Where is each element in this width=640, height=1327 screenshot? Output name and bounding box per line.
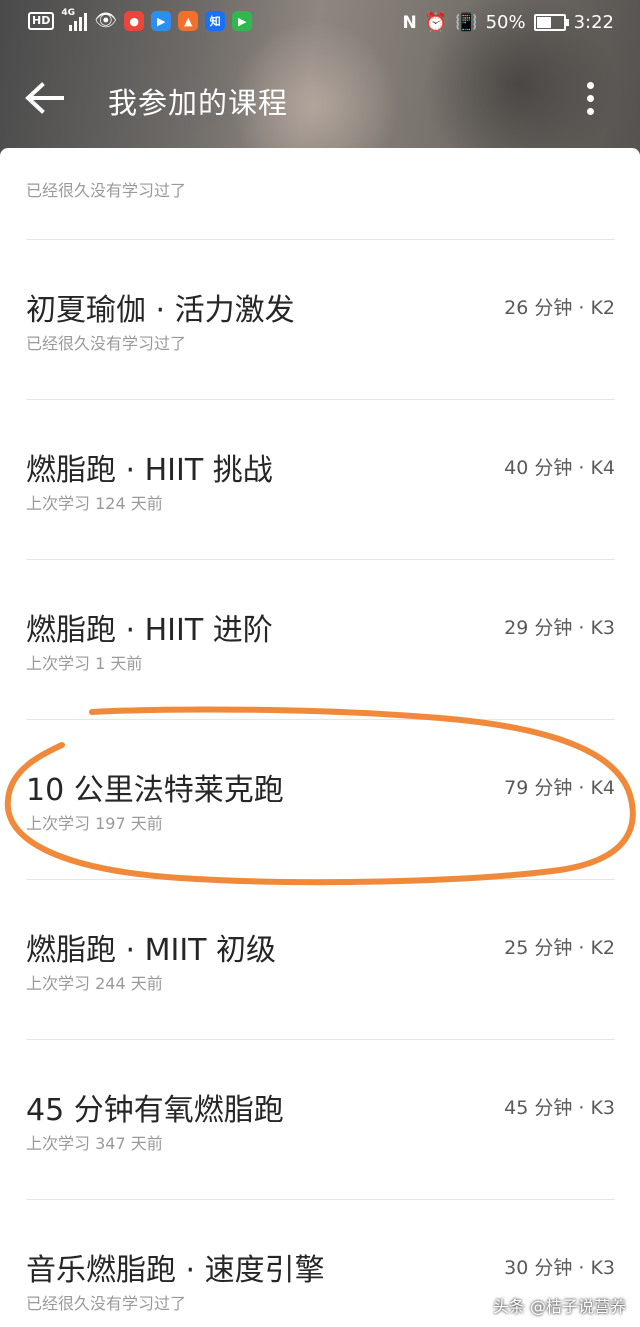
course-item[interactable]: 燃脂跑 · HIIT 进阶 29 分钟 · K3 上次学习 1 天前 [26, 605, 615, 685]
list-divider [26, 719, 615, 720]
list-divider [26, 1039, 615, 1040]
weibo-app-icon: ● [124, 11, 145, 31]
page-title: 我参加的课程 [108, 86, 289, 120]
course-title: 45 分钟有氧燃脂跑 [26, 1093, 284, 1128]
hd-indicator: HD [28, 12, 55, 30]
battery-icon [533, 14, 569, 31]
status-bar: HD 4G 👁 ● ▶ ▲ 知 ▶ N ⏰ 📳 50% 3:22 [0, 0, 640, 48]
cellular-signal-icon: 4G [61, 8, 88, 31]
zhihu-app-icon: 知 [205, 11, 226, 31]
list-divider [26, 1199, 615, 1200]
clock: 3:22 [573, 12, 614, 33]
course-item[interactable]: 45 分钟有氧燃脂跑 45 分钟 · K3 上次学习 347 天前 [26, 1085, 615, 1165]
course-duration-level: 79 分钟 · K4 [504, 777, 615, 799]
course-item[interactable]: 燃脂跑 · HIIT 挑战 40 分钟 · K4 上次学习 124 天前 [26, 445, 615, 525]
arrow-left-icon [25, 82, 64, 114]
more-options-button[interactable] [580, 78, 600, 118]
nfc-icon: N [402, 12, 417, 33]
tencent-video-app-icon: ▶ [232, 11, 253, 31]
course-title: 燃脂跑 · MIIT 初级 [26, 933, 277, 968]
course-last-studied: 上次学习 1 天前 [26, 654, 143, 673]
course-duration-level: 25 分钟 · K2 [504, 937, 615, 959]
eye-comfort-icon: 👁 [94, 10, 118, 31]
app-bar: 我参加的课程 [0, 48, 640, 148]
course-title: 10 公里法特莱克跑 [26, 773, 284, 808]
battery-percentage: 50% [485, 12, 526, 33]
course-title: 燃脂跑 · HIIT 进阶 [26, 613, 273, 648]
course-last-studied: 上次学习 124 天前 [26, 494, 163, 513]
watermark-text: 头条 @桔子说营养 [492, 1297, 626, 1316]
course-last-studied: 上次学习 347 天前 [26, 1134, 163, 1153]
list-divider [26, 399, 615, 400]
course-title: 燃脂跑 · HIIT 挑战 [26, 453, 273, 488]
course-title: 音乐燃脂跑 · 速度引擎 [26, 1253, 325, 1288]
course-last-studied: 已经很久没有学习过了 [26, 334, 187, 353]
course-duration-level: 29 分钟 · K3 [504, 617, 615, 639]
list-divider [26, 239, 615, 240]
alarm-icon: ⏰ [424, 12, 448, 33]
course-item[interactable]: 10 公里法特莱克跑 79 分钟 · K4 上次学习 197 天前 [26, 765, 615, 845]
back-button[interactable] [22, 76, 66, 120]
youku-app-icon: ▶ [151, 11, 172, 31]
course-item[interactable]: 初夏瑜伽 · 活力激发 26 分钟 · K2 已经很久没有学习过了 [26, 285, 615, 365]
course-duration-level: 40 分钟 · K4 [504, 457, 615, 479]
vibrate-icon: 📳 [455, 12, 478, 33]
video-app-icon: ▲ [178, 11, 199, 31]
course-last-studied: 上次学习 197 天前 [26, 814, 163, 833]
partial-course-last-studied: 已经很久没有学习过了 [26, 181, 187, 200]
course-duration-level: 45 分钟 · K3 [504, 1097, 615, 1119]
list-divider [26, 559, 615, 560]
course-last-studied: 上次学习 244 天前 [26, 974, 163, 993]
list-divider [26, 879, 615, 880]
course-item[interactable]: 燃脂跑 · MIIT 初级 25 分钟 · K2 上次学习 244 天前 [26, 925, 615, 1005]
course-duration-level: 30 分钟 · K3 [504, 1257, 615, 1279]
course-last-studied: 已经很久没有学习过了 [26, 1294, 187, 1313]
course-duration-level: 26 分钟 · K2 [504, 297, 615, 319]
course-title: 初夏瑜伽 · 活力激发 [26, 293, 295, 328]
